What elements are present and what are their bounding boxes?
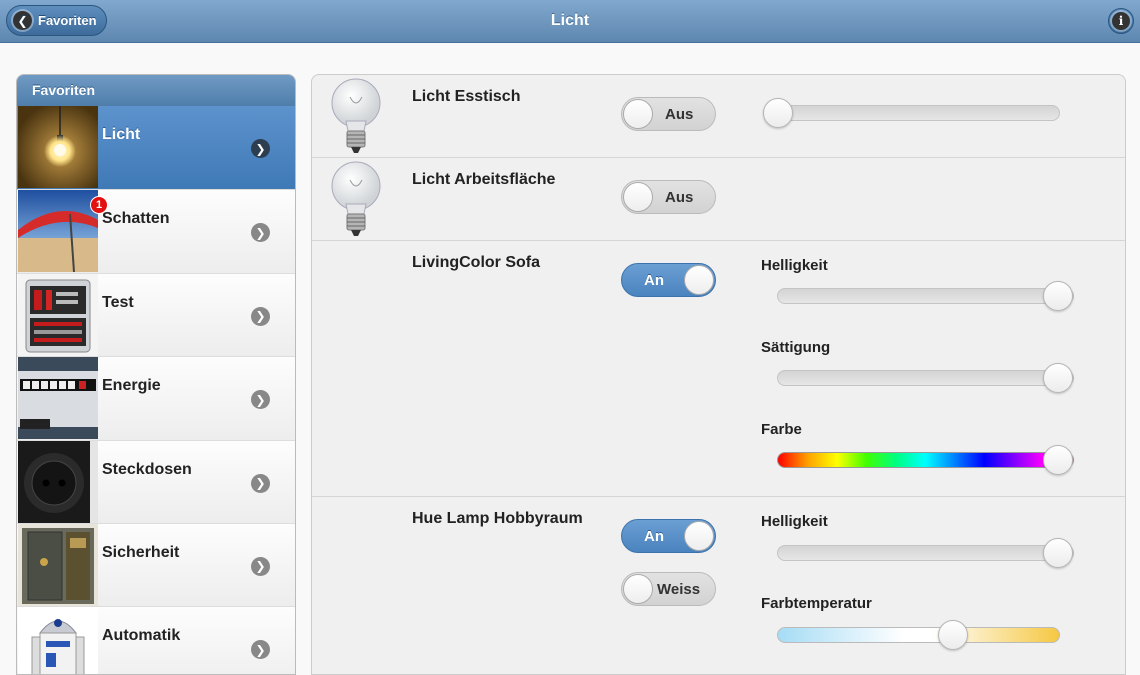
sidebar-item-label: Sicherheit <box>102 543 180 561</box>
sidebar-item-label: Energie <box>102 377 161 395</box>
slider-label: Helligkeit <box>761 257 828 274</box>
device-name: Licht Arbeitsfläche <box>412 171 556 188</box>
toggle-label: Weiss <box>657 581 701 598</box>
back-button[interactable]: ❮ Favoriten <box>6 5 107 36</box>
sidebar-item-licht[interactable]: Licht ❯ <box>17 106 295 190</box>
power-toggle[interactable]: An <box>621 263 716 297</box>
toggle-knob <box>623 99 653 129</box>
toggle-label: An <box>644 272 664 289</box>
sidebar-item-label: Automatik <box>102 627 181 645</box>
chevron-right-icon: ❯ <box>251 473 270 493</box>
toolbox-thumbnail <box>18 273 98 356</box>
device-name: Licht Esstisch <box>412 88 521 105</box>
socket-thumbnail <box>18 440 98 523</box>
power-toggle[interactable]: Aus <box>621 97 716 131</box>
color-temperature-slider-handle[interactable] <box>938 620 968 650</box>
slider-label: Farbtemperatur <box>761 595 872 612</box>
dimmer-slider-handle[interactable] <box>763 98 793 128</box>
sidebar-item-sicherheit[interactable]: Sicherheit ❯ <box>17 522 295 607</box>
brightness-slider-track[interactable] <box>777 288 1074 304</box>
sidebar-item-energie[interactable]: Energie ❯ <box>17 356 295 440</box>
sidebar-item-label: Schatten <box>102 210 170 228</box>
device-row: Licht Arbeitsfläche Aus <box>312 158 1125 241</box>
chevron-right-icon: ❯ <box>251 556 270 576</box>
lamp-thumbnail <box>18 106 98 188</box>
header-bar: Licht ❮ Favoriten i <box>0 0 1140 43</box>
toggle-label: An <box>644 528 664 545</box>
info-button[interactable]: i <box>1108 8 1134 34</box>
toggle-knob <box>623 574 653 604</box>
toggle-knob <box>684 521 714 551</box>
back-button-label: Favoriten <box>38 13 97 28</box>
chevron-right-icon: ❯ <box>251 390 270 410</box>
light-bulb-icon <box>331 161 381 236</box>
device-name: Hue Lamp Hobbyraum <box>412 510 583 527</box>
sidebar-item-label: Test <box>102 293 134 311</box>
white-mode-toggle[interactable]: Weiss <box>621 572 716 606</box>
sidebar-item-test[interactable]: Test ❯ <box>17 272 295 357</box>
sidebar: Favoriten Licht ❯ 1 Schatten ❯ Test ❯ En… <box>16 74 296 675</box>
toggle-knob <box>684 265 714 295</box>
device-row: Licht Esstisch Aus <box>312 75 1125 158</box>
safe-thumbnail <box>18 523 98 606</box>
meter-thumbnail <box>18 357 98 440</box>
light-bulb-icon <box>331 78 381 153</box>
sidebar-item-label: Steckdosen <box>102 460 192 478</box>
sidebar-title: Favoriten <box>17 75 295 106</box>
umbrella-thumbnail <box>18 190 98 273</box>
brightness-slider-handle[interactable] <box>1043 538 1073 568</box>
saturation-slider-handle[interactable] <box>1043 363 1073 393</box>
chevron-right-icon: ❯ <box>251 640 270 660</box>
device-name: LivingColor Sofa <box>412 254 540 271</box>
toggle-label: Aus <box>665 189 694 206</box>
color-temperature-slider-track[interactable] <box>777 627 1060 643</box>
sidebar-item-label: Licht <box>102 126 141 143</box>
sidebar-item-schatten[interactable]: 1 Schatten ❯ <box>17 189 295 273</box>
page-title: Licht <box>550 12 590 29</box>
brightness-slider-track[interactable] <box>777 545 1074 561</box>
sidebar-item-steckdosen[interactable]: Steckdosen ❯ <box>17 439 295 523</box>
brightness-slider-handle[interactable] <box>1043 281 1073 311</box>
power-toggle[interactable]: An <box>621 519 716 553</box>
slider-label: Helligkeit <box>761 513 828 530</box>
power-toggle[interactable]: Aus <box>621 180 716 214</box>
slider-label: Sättigung <box>761 339 831 356</box>
dimmer-slider-track[interactable] <box>763 105 1060 121</box>
slider-label: Farbe <box>761 421 802 438</box>
color-slider-handle[interactable] <box>1043 445 1073 475</box>
chevron-right-icon: ❯ <box>251 306 270 326</box>
chevron-left-icon: ❮ <box>13 11 32 30</box>
sidebar-item-automatik[interactable]: Automatik ❯ <box>17 606 295 674</box>
info-icon: i <box>1112 12 1130 30</box>
toggle-knob <box>623 182 653 212</box>
robot-thumbnail <box>18 607 98 674</box>
color-slider-track[interactable] <box>777 452 1074 468</box>
device-row: LivingColor Sofa An Helligkeit Sättigung… <box>312 241 1125 497</box>
toggle-label: Aus <box>665 106 694 123</box>
chevron-right-icon: ❯ <box>251 139 270 158</box>
device-list: Licht Esstisch Aus Licht Arbeitsfläche A… <box>311 74 1126 675</box>
chevron-right-icon: ❯ <box>251 223 270 243</box>
saturation-slider-track[interactable] <box>777 370 1074 386</box>
device-row: Hue Lamp Hobbyraum An Weiss Helligkeit F… <box>312 497 1125 674</box>
